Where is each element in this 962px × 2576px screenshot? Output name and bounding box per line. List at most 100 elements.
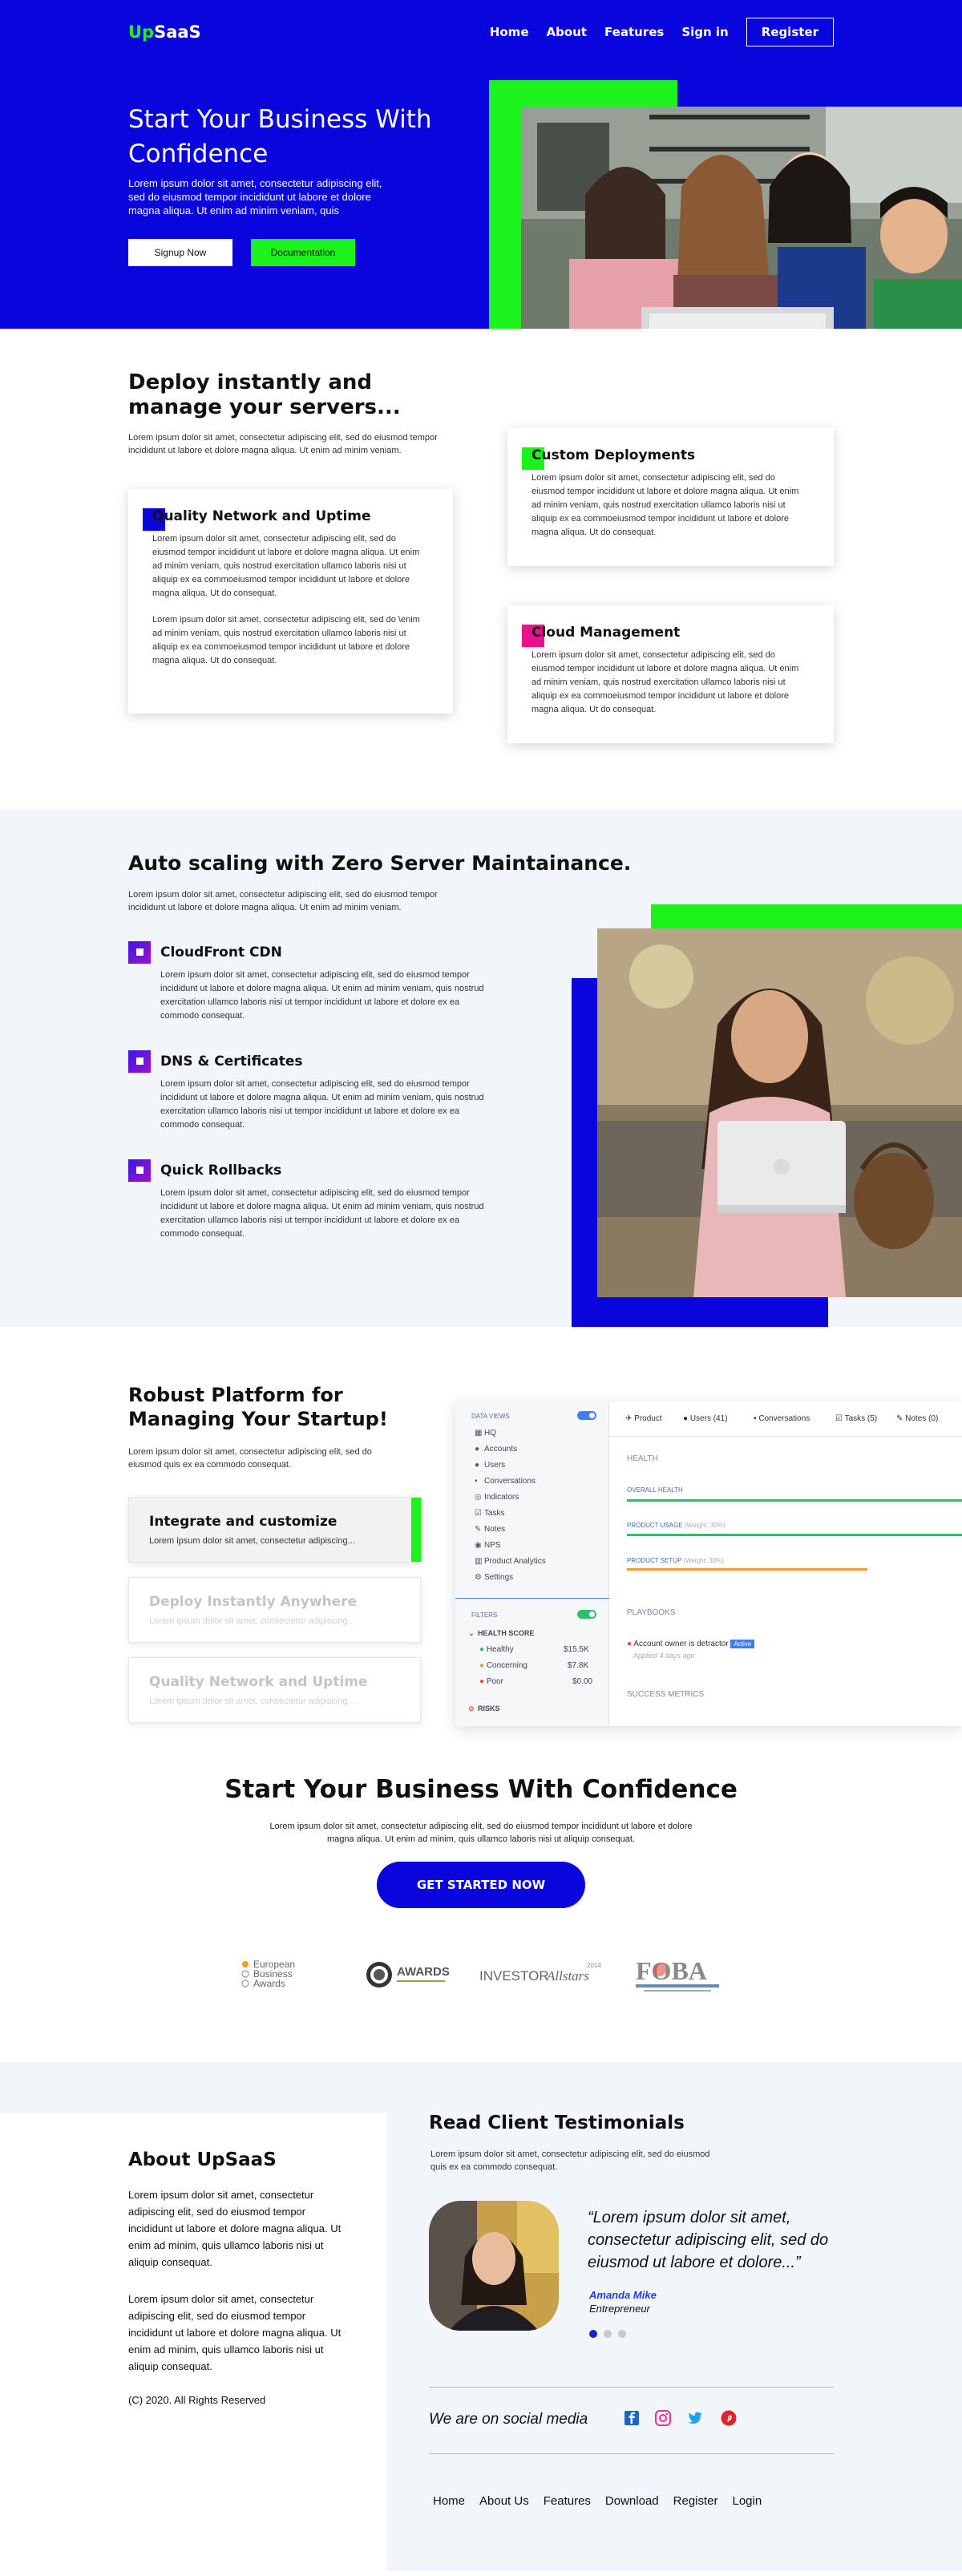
risks-label: ⊘ RISKS (468, 1705, 500, 1713)
feature-title: Quick Rollbacks (160, 1163, 282, 1179)
footer-download[interactable]: Download (605, 2494, 659, 2508)
menu-accounts[interactable]: ● Accounts (475, 1445, 517, 1454)
indicator-icon: ◎ (475, 1493, 482, 1502)
twitter-icon[interactable] (686, 2409, 704, 2427)
feature-title: DNS & Certificates (160, 1053, 303, 1070)
feature-dns: DNS & Certificates Lorem ipsum dolor sit… (128, 1050, 497, 1132)
feature-title: CloudFront CDN (160, 944, 282, 960)
nav-features[interactable]: Features (604, 25, 664, 39)
menu-indicators[interactable]: ◎ Indicators (475, 1493, 519, 1502)
nav-about[interactable]: About (547, 25, 588, 39)
facebook-icon[interactable] (623, 2409, 641, 2427)
get-started-button[interactable]: GET STARTED NOW (377, 1862, 585, 1908)
health-score-label: ⌄ HEALTH SCORE (468, 1629, 535, 1637)
user-icon: ● (475, 1461, 480, 1470)
logo[interactable]: UpSaaS (128, 22, 201, 42)
accordion-text: Lorem ipsum dolor sit amet, consectetur … (149, 1696, 355, 1706)
concerning-value: $7.8K (568, 1661, 589, 1670)
nav-links: Home About Features Sign in Register (490, 18, 834, 47)
cloud-card-title: Cloud Management (532, 625, 681, 641)
menu-users[interactable]: ● Users (475, 1461, 505, 1470)
hero-team-photo (521, 107, 962, 329)
dashboard-main: ✈ Product ● Users (41) ▪ Conversations ☑… (609, 1401, 962, 1726)
carousel-dot-1[interactable] (589, 2330, 597, 2338)
menu-hq[interactable]: ▦ HQ (475, 1429, 496, 1438)
signup-button[interactable]: Signup Now (128, 239, 232, 266)
pinterest-icon[interactable] (720, 2409, 738, 2427)
tab-users[interactable]: ● Users (41) (683, 1414, 728, 1423)
investor-allstars-logo: INVESTOR Allstars 2014 (479, 1955, 608, 1995)
testimonial-name: Amanda Mike (589, 2289, 657, 2301)
filters-label: FILTERS (471, 1612, 498, 1619)
product-setup-bar (627, 1568, 867, 1571)
avatar (429, 2201, 559, 2331)
deploy-section: Deploy instantly and manage your servers… (0, 329, 962, 810)
custom-deployments-card: Custom Deployments Lorem ipsum dolor sit… (507, 428, 834, 566)
foba-text: FOBA (636, 1956, 707, 1985)
accordion-quality[interactable]: Quality Network and Uptime Lorem ipsum d… (128, 1657, 421, 1723)
about-title: About UpSaaS (128, 2149, 277, 2170)
nps-icon: ◉ (475, 1541, 482, 1550)
quality-card-title: Quality Network and Uptime (152, 508, 371, 524)
footer-home[interactable]: Home (433, 2494, 465, 2508)
menu-nps[interactable]: ◉ NPS (475, 1541, 501, 1550)
health-row-poor[interactable]: ● Poor (479, 1677, 503, 1686)
scaling-title: Auto scaling with Zero Server Maintainan… (128, 851, 632, 875)
data-views-toggle[interactable] (577, 1411, 596, 1420)
platform-lead: Lorem ipsum dolor sit amet, consectetur … (128, 1447, 372, 1470)
menu-product-analytics[interactable]: ▥ Product Analytics (475, 1557, 546, 1566)
accordion-text: Lorem ipsum dolor sit amet, consectetur … (149, 1616, 355, 1626)
social-media-label: We are on social media (429, 2411, 588, 2428)
tab-conversations[interactable]: ▪ Conversations (754, 1414, 810, 1423)
footer-register[interactable]: Register (673, 2494, 718, 2508)
filters-toggle[interactable] (577, 1610, 596, 1619)
testimonials-title: Read Client Testimonials (429, 2113, 685, 2133)
accordion-deploy[interactable]: Deploy Instantly Anywhere Lorem ipsum do… (128, 1577, 421, 1643)
cloud-card-text: Lorem ipsum dolor sit amet, consectetur … (532, 650, 799, 714)
menu-notes[interactable]: ✎ Notes (475, 1525, 505, 1534)
woman-laptop-photo (597, 928, 962, 1297)
tasks-icon: ☑ (475, 1509, 482, 1518)
register-button[interactable]: Register (746, 18, 834, 47)
poor-value: $0.00 (572, 1677, 593, 1686)
quality-network-card: Quality Network and Uptime Lorem ipsum d… (128, 489, 453, 714)
instagram-icon[interactable] (654, 2409, 672, 2427)
footer-features[interactable]: Features (544, 2494, 591, 2508)
playbook-time: Applied 4 days ago (633, 1652, 695, 1660)
product-usage-label: PRODUCT USAGE (Weight: 30%) (627, 1522, 726, 1529)
health-row-healthy[interactable]: ● Healthy (479, 1645, 514, 1654)
accordion-integrate[interactable]: Integrate and customize Lorem ipsum dolo… (128, 1497, 421, 1563)
nav-sign-in[interactable]: Sign in (681, 25, 728, 39)
user-icon: ● (683, 1414, 690, 1423)
divider (429, 2387, 834, 2388)
hero-section: UpSaaS Home About Features Sign in Regis… (0, 0, 962, 329)
health-row-concerning[interactable]: ● Concerning (479, 1661, 527, 1670)
accordion-text: Lorem ipsum dolor sit amet, consectetur … (149, 1536, 355, 1546)
dashboard-screenshot: DATA VIEWS ▦ HQ ● Accounts ● Users ▪ Convers… (455, 1401, 962, 1726)
menu-settings[interactable]: ⚙ Settings (475, 1573, 513, 1582)
feature-text: Lorem ipsum dolor sit amet, consectetur … (160, 1079, 484, 1130)
about-panel: About UpSaaS Lorem ipsum dolor sit amet,… (0, 2113, 386, 2571)
menu-tasks[interactable]: ☑ Tasks (475, 1509, 505, 1518)
accordion-title: Quality Network and Uptime (149, 1674, 368, 1690)
gear-icon: ⚙ (475, 1573, 482, 1582)
nav-home[interactable]: Home (490, 25, 529, 39)
tab-notes[interactable]: ✎ Notes (0) (896, 1414, 938, 1423)
year-text: 2014 (587, 1962, 601, 1969)
tab-product[interactable]: ✈ Product (625, 1414, 662, 1423)
menu-conversations[interactable]: ▪ Conversations (475, 1477, 536, 1486)
tab-tasks[interactable]: ☑ Tasks (5) (835, 1414, 877, 1423)
deploy-title: Deploy instantly and manage your servers… (128, 370, 401, 419)
carousel-dot-2[interactable] (604, 2330, 612, 2338)
platform-title: Robust Platform for Managing Your Startu… (128, 1384, 388, 1430)
chevron-down-icon: ⌄ (468, 1629, 475, 1637)
feature-text: Lorem ipsum dolor sit amet, consectetur … (160, 1188, 484, 1239)
scaling-lead: Lorem ipsum dolor sit amet, consectetur … (128, 890, 438, 912)
hero-title: Start Your Business With Confidence (128, 105, 432, 168)
playbook-item[interactable]: ● Account owner is detractor Active (627, 1640, 755, 1648)
footer-login[interactable]: Login (733, 2494, 762, 2508)
documentation-button[interactable]: Documentation (251, 239, 355, 266)
carousel-dot-3[interactable] (618, 2330, 626, 2338)
footer-about-us[interactable]: About Us (479, 2494, 529, 2508)
accordion-title: Deploy Instantly Anywhere (149, 1594, 358, 1610)
